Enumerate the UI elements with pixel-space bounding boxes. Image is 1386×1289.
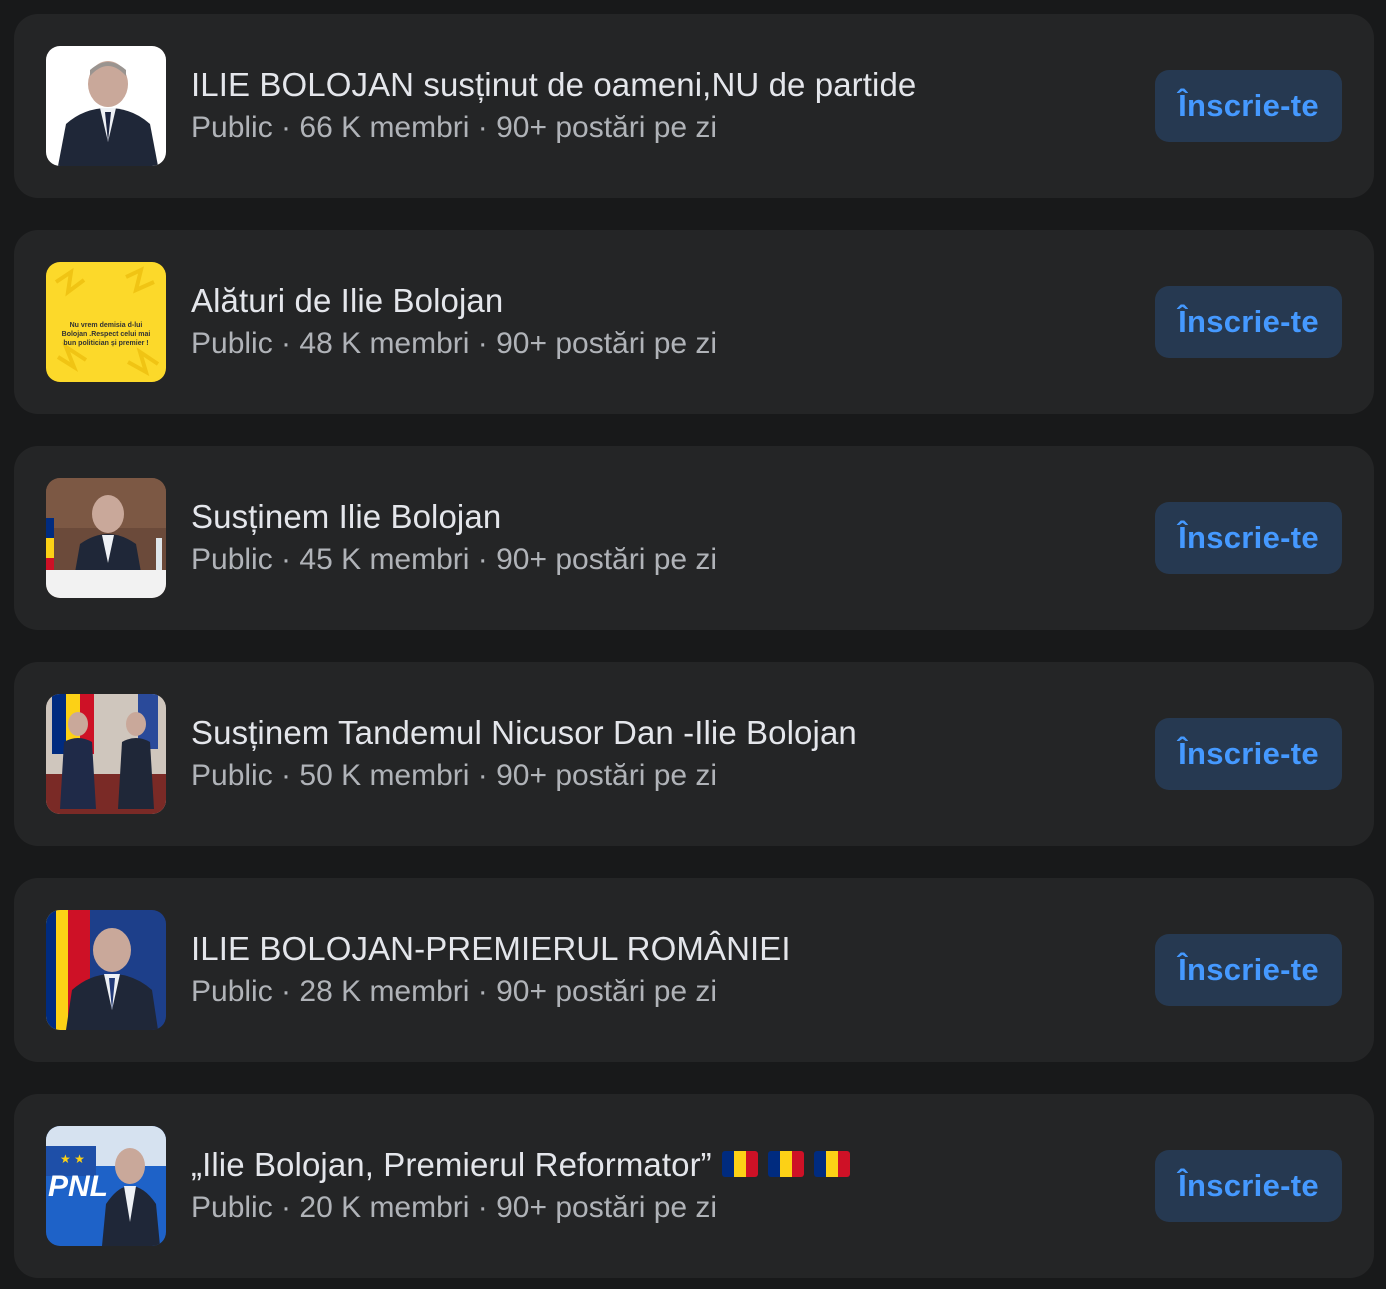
group-thumbnail[interactable] — [46, 910, 166, 1030]
group-card[interactable]: ILIE BOLOJAN-PREMIERUL ROMÂNIEI Public ·… — [14, 878, 1374, 1062]
group-activity: 90+ postări pe zi — [496, 759, 718, 792]
join-button[interactable]: Înscrie-te — [1155, 70, 1342, 142]
group-activity: 90+ postări pe zi — [496, 975, 718, 1008]
group-activity: 90+ postări pe zi — [496, 111, 718, 144]
meta-separator: · — [272, 1191, 300, 1224]
join-button[interactable]: Înscrie-te — [1155, 502, 1342, 574]
group-activity: 90+ postări pe zi — [496, 543, 718, 576]
group-privacy: Public — [191, 111, 273, 144]
group-privacy: Public — [191, 1191, 273, 1224]
group-meta: Public · 45 K membri · 90+ postări pe zi — [191, 540, 1114, 580]
svg-text:Bolojan .Respect celui mai: Bolojan .Respect celui mai — [62, 331, 151, 338]
group-meta: Public · 48 K membri · 90+ postări pe zi — [191, 324, 1114, 364]
group-name[interactable]: Alături de Ilie Bolojan — [191, 280, 1114, 322]
romania-flag-icon — [813, 1151, 850, 1178]
group-privacy: Public — [191, 543, 273, 576]
group-activity: 90+ postări pe zi — [496, 1191, 718, 1224]
group-thumbnail[interactable] — [46, 694, 166, 814]
group-thumbnail[interactable]: Nu vrem demisia d-lui Bolojan .Respect c… — [46, 262, 166, 382]
group-card[interactable]: ★ ★ PNL „Ilie Bolojan, Premierul Reforma… — [14, 1094, 1374, 1278]
group-name-text: „Ilie Bolojan, Premierul Reformator” — [191, 1146, 712, 1183]
group-members: 28 K membri — [299, 975, 470, 1008]
group-thumbnail[interactable] — [46, 478, 166, 598]
group-card[interactable]: ILIE BOLOJAN susținut de oameni,NU de pa… — [14, 14, 1374, 198]
meta-separator: · — [272, 759, 300, 792]
group-card[interactable]: Susținem Tandemul Nicusor Dan -Ilie Bolo… — [14, 662, 1374, 846]
meta-separator: · — [272, 111, 300, 144]
group-meta: Public · 50 K membri · 90+ postări pe zi — [191, 756, 1114, 796]
group-name[interactable]: ILIE BOLOJAN-PREMIERUL ROMÂNIEI — [191, 928, 1114, 970]
group-privacy: Public — [191, 975, 273, 1008]
meta-separator: · — [272, 327, 300, 360]
meta-separator: · — [272, 543, 300, 576]
group-privacy: Public — [191, 327, 273, 360]
join-button[interactable]: Înscrie-te — [1155, 934, 1342, 1006]
svg-text:Nu vrem demisia d-lui: Nu vrem demisia d-lui — [70, 322, 143, 329]
group-members: 66 K membri — [299, 111, 470, 144]
svg-text:★ ★: ★ ★ — [60, 1152, 85, 1166]
group-members: 20 K membri — [299, 1191, 470, 1224]
group-results-list: ILIE BOLOJAN susținut de oameni,NU de pa… — [0, 0, 1386, 1289]
group-card[interactable]: Susținem Ilie Bolojan Public · 45 K memb… — [14, 446, 1374, 630]
group-name[interactable]: Susținem Tandemul Nicusor Dan -Ilie Bolo… — [191, 712, 1114, 754]
group-name[interactable]: Susținem Ilie Bolojan — [191, 496, 1114, 538]
meta-separator: · — [469, 975, 497, 1008]
group-members: 48 K membri — [299, 327, 470, 360]
meta-separator: · — [272, 975, 300, 1008]
group-thumbnail[interactable] — [46, 46, 166, 166]
group-privacy: Public — [191, 759, 273, 792]
meta-separator: · — [469, 543, 497, 576]
group-members: 45 K membri — [299, 543, 470, 576]
group-activity: 90+ postări pe zi — [496, 327, 718, 360]
group-card[interactable]: Nu vrem demisia d-lui Bolojan .Respect c… — [14, 230, 1374, 414]
meta-separator: · — [469, 111, 497, 144]
svg-text:bun politician și premier !: bun politician și premier ! — [63, 340, 148, 347]
group-meta: Public · 20 K membri · 90+ postări pe zi — [191, 1188, 1114, 1228]
group-name[interactable]: ILIE BOLOJAN susținut de oameni,NU de pa… — [191, 64, 1114, 106]
romania-flag-icon — [721, 1151, 758, 1178]
join-button[interactable]: Înscrie-te — [1155, 718, 1342, 790]
meta-separator: · — [469, 327, 497, 360]
group-name[interactable]: „Ilie Bolojan, Premierul Reformator” — [191, 1144, 1114, 1186]
join-button[interactable]: Înscrie-te — [1155, 1150, 1342, 1222]
romania-flag-icon — [767, 1151, 804, 1178]
meta-separator: · — [469, 1191, 497, 1224]
group-members: 50 K membri — [299, 759, 470, 792]
join-button[interactable]: Înscrie-te — [1155, 286, 1342, 358]
meta-separator: · — [469, 759, 497, 792]
group-thumbnail[interactable]: ★ ★ PNL — [46, 1126, 166, 1246]
group-meta: Public · 28 K membri · 90+ postări pe zi — [191, 972, 1114, 1012]
svg-text:PNL: PNL — [48, 1170, 108, 1203]
group-meta: Public · 66 K membri · 90+ postări pe zi — [191, 108, 1114, 148]
